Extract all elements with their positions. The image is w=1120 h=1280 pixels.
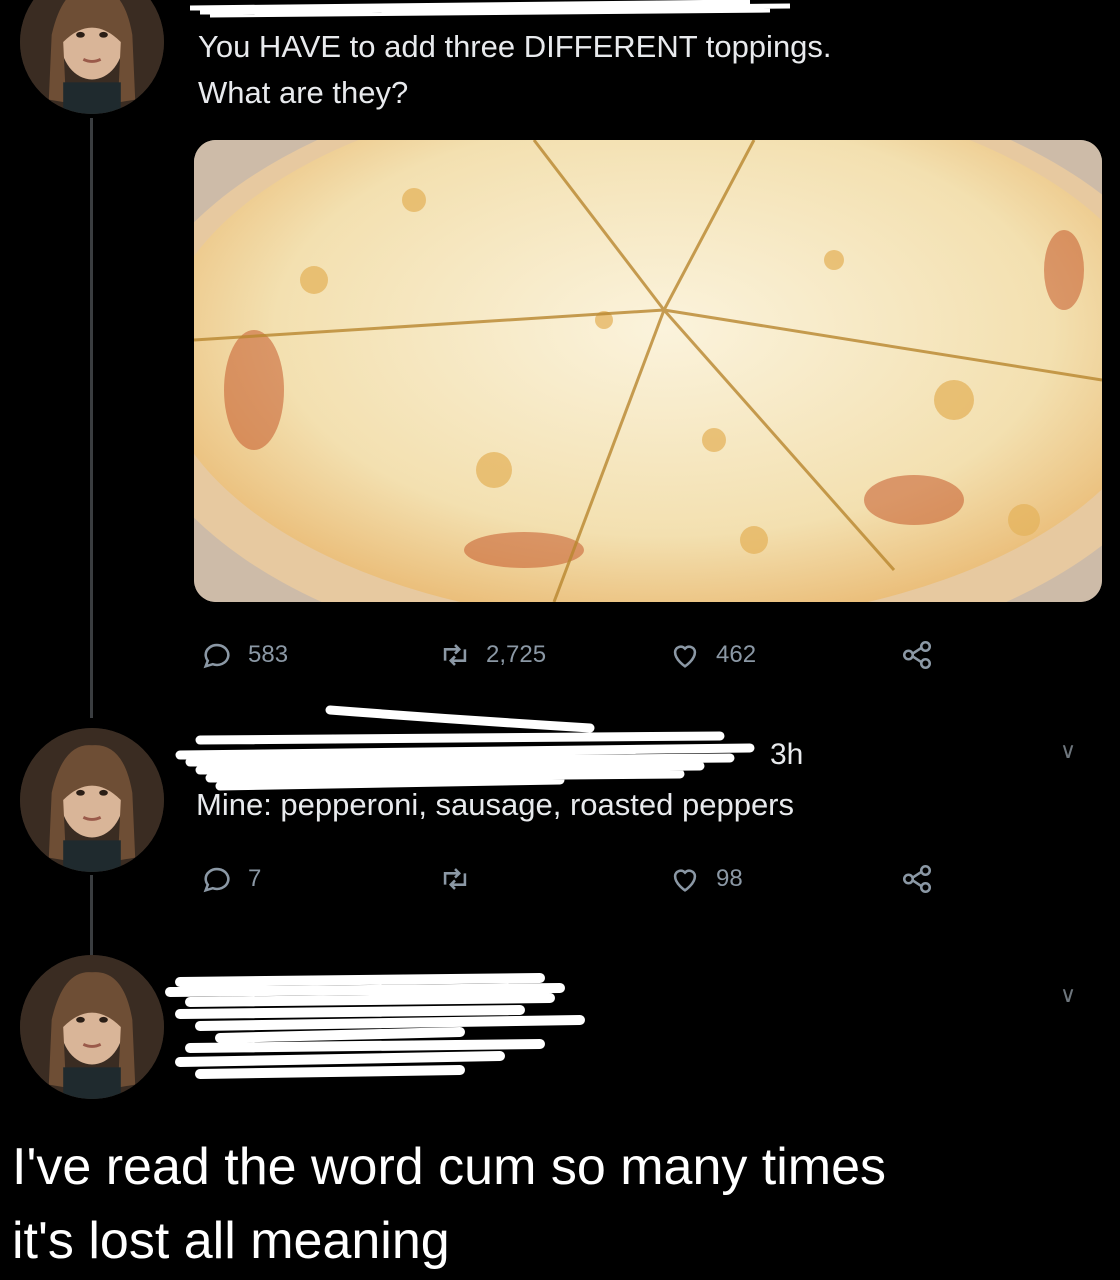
share-action[interactable] [900,862,934,896]
like-action[interactable]: 462 [668,638,756,672]
tweet-text-line: What are they? [198,75,409,110]
retweet-action[interactable]: 2,725 [438,638,546,672]
like-count: 98 [716,865,743,892]
like-count: 462 [716,641,757,668]
caption-line: I've read the word cum so many times [12,1138,887,1196]
tweet-text-line: You HAVE to add three DIFFERENT toppings… [198,29,832,64]
avatar[interactable] [20,728,164,872]
avatar[interactable] [20,955,164,1099]
redacted-name-scribble [190,0,791,18]
reply-count: 7 [248,865,262,892]
retweet-icon [443,868,467,890]
reply-count: 583 [248,641,289,668]
avatar-image [20,0,164,114]
share-icon [902,640,932,670]
reply-icon [203,867,230,893]
reply-icon [203,643,230,669]
pizza-image [194,140,1102,602]
heart-icon [673,869,697,892]
reply-action[interactable]: 583 [200,638,288,672]
reply-action[interactable]: 7 [200,862,261,896]
pizza-photo[interactable] [194,140,1102,602]
share-icon [902,864,932,894]
retweet-icon [443,644,467,666]
retweet-count: 2,725 [486,641,547,668]
avatar[interactable] [20,0,164,114]
reply-text: Mine: pepperoni, sausage, roasted pepper… [196,787,795,822]
chevron-down-icon[interactable]: ∨ [1060,738,1076,764]
chevron-down-icon[interactable]: ∨ [1060,982,1076,1008]
heart-icon [673,645,697,668]
tweet-text: You HAVE to add three DIFFERENT toppings… [198,24,832,116]
thread-line [90,875,93,955]
avatar-image [20,955,164,1099]
avatar-image [20,728,164,872]
caption-line: it's lost all meaning [12,1212,450,1270]
meme-caption: I've read the word cum so many times it'… [12,1130,1112,1278]
retweet-action[interactable] [438,862,472,896]
like-action[interactable]: 98 [668,862,743,896]
reply-timestamp: 3h [770,738,804,771]
share-action[interactable] [900,638,934,672]
thread-line [90,118,93,718]
redacted-text-scribble [165,973,585,1079]
